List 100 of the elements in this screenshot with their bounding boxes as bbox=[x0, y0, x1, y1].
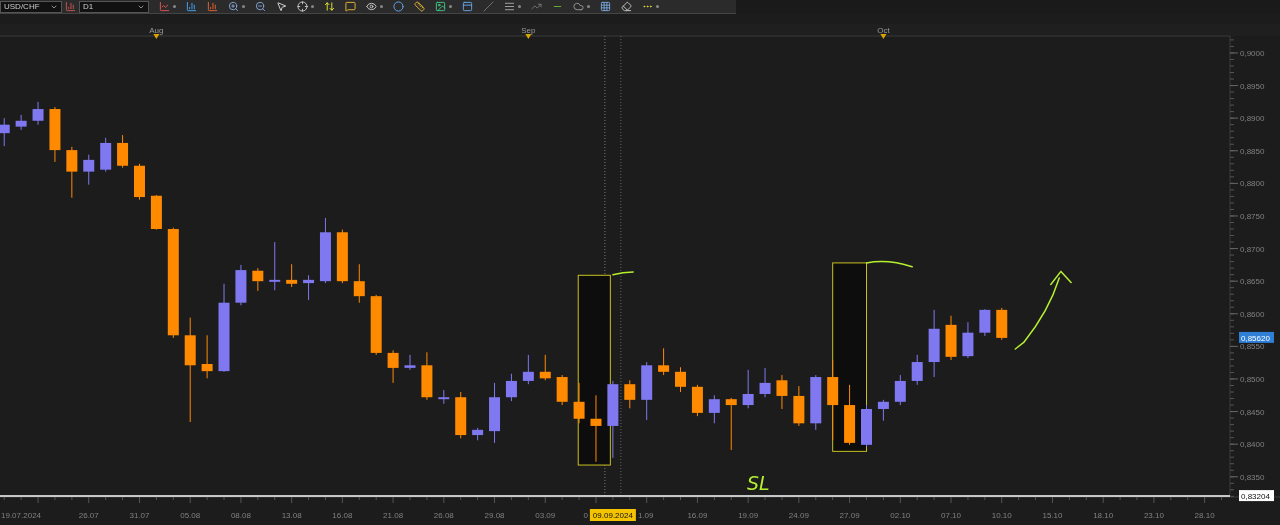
indicator-icon[interactable] bbox=[65, 1, 76, 12]
candle bbox=[759, 367, 771, 398]
zoom-in-icon[interactable] bbox=[228, 1, 239, 12]
date-axis-label: 16.09 bbox=[687, 511, 708, 520]
vertical-line-icon[interactable] bbox=[324, 1, 335, 12]
date-axis-label: 24.09 bbox=[788, 511, 809, 520]
candle bbox=[877, 399, 889, 422]
price-axis-label: 0,8400 bbox=[1240, 440, 1265, 450]
candle bbox=[134, 163, 145, 201]
shape-icon[interactable] bbox=[573, 1, 584, 12]
price-axis-label: 0,8350 bbox=[1240, 472, 1265, 482]
candle bbox=[945, 315, 957, 361]
zoom-out-icon[interactable] bbox=[255, 1, 266, 12]
crosshair-date-badge: 09.09.2024 bbox=[589, 509, 636, 521]
date-axis-label: 0 bbox=[583, 511, 588, 520]
candle bbox=[117, 134, 129, 169]
cursor-icon[interactable] bbox=[276, 1, 287, 12]
symbol-dropdown[interactable]: USD/CHF bbox=[0, 0, 62, 13]
chart-type-icon[interactable] bbox=[159, 1, 170, 12]
month-marker-icon bbox=[525, 34, 532, 39]
price-axis-label: 0,8650 bbox=[1240, 277, 1265, 287]
candle bbox=[810, 374, 822, 431]
date-axis-label: 03.09 bbox=[535, 511, 556, 520]
date-axis-label: 27.09 bbox=[839, 511, 860, 520]
date-axis-label: 26.08 bbox=[433, 511, 454, 520]
date-axis-label: 28.10 bbox=[1194, 511, 1215, 520]
candle bbox=[353, 263, 365, 304]
window-icon[interactable] bbox=[462, 1, 473, 12]
candle bbox=[269, 241, 281, 291]
ruler-icon[interactable] bbox=[414, 1, 425, 12]
eraser-icon[interactable] bbox=[621, 1, 632, 12]
line-tool-icon[interactable] bbox=[483, 1, 494, 12]
candle bbox=[286, 263, 298, 288]
price-axis-label: 0,8800 bbox=[1240, 179, 1265, 189]
candle bbox=[911, 354, 923, 386]
month-label: Oct bbox=[877, 26, 890, 35]
candle bbox=[861, 404, 872, 448]
price-axis-label: 0,8850 bbox=[1240, 146, 1265, 156]
candle bbox=[742, 369, 754, 409]
price-axis-label: 0,8950 bbox=[1240, 81, 1265, 91]
candle bbox=[522, 354, 534, 385]
candle bbox=[894, 374, 906, 406]
month-label: Aug bbox=[149, 26, 164, 35]
date-axis-label: 07.10 bbox=[941, 511, 962, 520]
bar-chart-icon[interactable] bbox=[186, 1, 197, 12]
candle bbox=[928, 309, 940, 378]
trend-icon[interactable] bbox=[531, 1, 542, 12]
candle bbox=[421, 351, 433, 401]
candle bbox=[15, 114, 27, 131]
date-axis-label: 15.10 bbox=[1042, 511, 1063, 520]
candle bbox=[83, 154, 95, 186]
current-price-tag: 0,85620 bbox=[1239, 331, 1274, 343]
date-axis-label: 10.10 bbox=[991, 511, 1012, 520]
candle bbox=[776, 374, 788, 410]
candle bbox=[844, 384, 856, 446]
candle bbox=[438, 389, 450, 405]
date-axis-label: 26.07 bbox=[78, 511, 99, 520]
date-axis-label: 23.10 bbox=[1143, 511, 1164, 520]
date-axis-label: 1.09 bbox=[637, 511, 654, 520]
date-axis-label: 08.08 bbox=[230, 511, 251, 520]
candle bbox=[793, 385, 805, 427]
price-axis-label: 0,8600 bbox=[1240, 309, 1265, 319]
grid-icon[interactable] bbox=[600, 1, 611, 12]
candle bbox=[49, 106, 61, 163]
volume-icon[interactable] bbox=[207, 1, 218, 12]
candle bbox=[303, 274, 315, 301]
price-axis-label: 0,8900 bbox=[1240, 114, 1265, 124]
candle bbox=[404, 354, 416, 371]
candle bbox=[979, 308, 991, 337]
date-axis-label: 18.10 bbox=[1093, 511, 1114, 520]
globe-icon[interactable] bbox=[393, 1, 404, 12]
candle bbox=[489, 382, 501, 444]
candle bbox=[387, 349, 399, 384]
timeframe-dropdown[interactable]: D1 bbox=[79, 0, 149, 13]
price-axis-label: 0,9000 bbox=[1240, 48, 1265, 58]
candle bbox=[201, 334, 213, 379]
price-axis-label: 0,8750 bbox=[1240, 211, 1265, 221]
candle bbox=[370, 294, 382, 356]
crosshair-icon[interactable] bbox=[297, 1, 308, 12]
eye-icon[interactable] bbox=[366, 1, 377, 12]
month-marker-icon bbox=[880, 34, 887, 39]
candle bbox=[472, 427, 484, 441]
comment-icon[interactable] bbox=[345, 1, 356, 12]
candle bbox=[235, 264, 247, 306]
date-axis-label: 02.10 bbox=[890, 511, 911, 520]
picture-icon[interactable] bbox=[435, 1, 446, 12]
price-axis-label: 0,8500 bbox=[1240, 375, 1265, 384]
hand-drawn-stroke-drawing bbox=[865, 260, 913, 268]
candle bbox=[708, 394, 720, 424]
candle bbox=[319, 217, 331, 284]
date-axis-label: 29.08 bbox=[484, 511, 505, 520]
date-axis-label: 05.08 bbox=[180, 511, 201, 520]
candle bbox=[539, 354, 551, 381]
candle bbox=[725, 397, 737, 451]
candle bbox=[556, 374, 568, 406]
candle bbox=[252, 267, 264, 292]
candle bbox=[691, 384, 703, 417]
candle bbox=[66, 146, 78, 199]
date-axis-label: 19.09 bbox=[738, 511, 759, 520]
date-axis-label: 16.08 bbox=[332, 511, 353, 520]
